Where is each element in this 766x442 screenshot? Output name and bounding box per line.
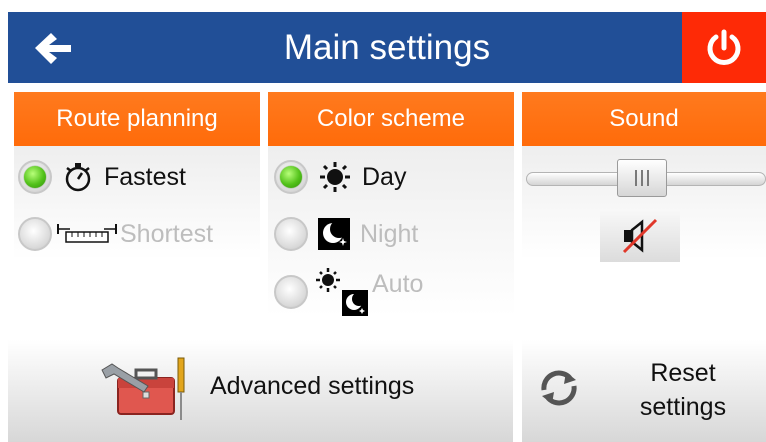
route-shortest-label: Shortest xyxy=(120,219,214,248)
color-option-auto[interactable]: Auto xyxy=(274,268,424,316)
reset-settings-button[interactable]: Reset settings xyxy=(522,340,766,442)
reset-settings-label: Reset settings xyxy=(628,356,738,424)
stopwatch-icon xyxy=(65,163,91,192)
ruler-icon xyxy=(57,224,117,243)
color-auto-label: Auto xyxy=(372,269,424,298)
color-day-label: Day xyxy=(362,162,407,191)
advanced-settings-label: Advanced settings xyxy=(210,372,415,400)
reset-label-line2: settings xyxy=(639,393,727,421)
radio-button-selected[interactable] xyxy=(18,160,52,194)
route-planning-header: Route planning xyxy=(14,92,260,146)
route-fastest-label: Fastest xyxy=(104,162,186,191)
power-button[interactable] xyxy=(682,12,766,83)
volume-slider-thumb[interactable] xyxy=(617,159,667,197)
reset-label-line1: Reset xyxy=(650,359,716,387)
radio-button[interactable] xyxy=(274,275,308,309)
back-button[interactable] xyxy=(8,12,98,83)
radio-button-selected[interactable] xyxy=(274,160,308,194)
power-icon xyxy=(707,29,741,65)
route-option-shortest[interactable]: Shortest xyxy=(18,214,213,254)
advanced-settings-button[interactable]: Advanced settings xyxy=(8,340,513,442)
volume-slider[interactable] xyxy=(526,159,766,197)
radio-button[interactable] xyxy=(18,217,52,251)
top-bar: Main settings xyxy=(8,12,766,83)
color-option-day[interactable]: Day xyxy=(274,157,406,197)
refresh-icon xyxy=(541,370,577,406)
route-option-fastest[interactable]: Fastest xyxy=(18,157,186,197)
toolbox-icon xyxy=(101,357,185,420)
page-title: Main settings xyxy=(283,28,491,67)
color-scheme-header: Color scheme xyxy=(268,92,514,146)
color-option-night[interactable]: Night xyxy=(274,214,418,254)
radio-button[interactable] xyxy=(274,217,308,251)
speaker-muted-icon xyxy=(622,218,658,254)
sun-moon-icon xyxy=(316,268,368,316)
arrow-left-icon xyxy=(35,32,71,64)
mute-toggle-button[interactable] xyxy=(600,210,680,262)
color-night-label: Night xyxy=(360,219,419,248)
sun-icon xyxy=(320,162,350,192)
moon-icon xyxy=(318,218,350,250)
sound-header: Sound xyxy=(522,92,766,146)
